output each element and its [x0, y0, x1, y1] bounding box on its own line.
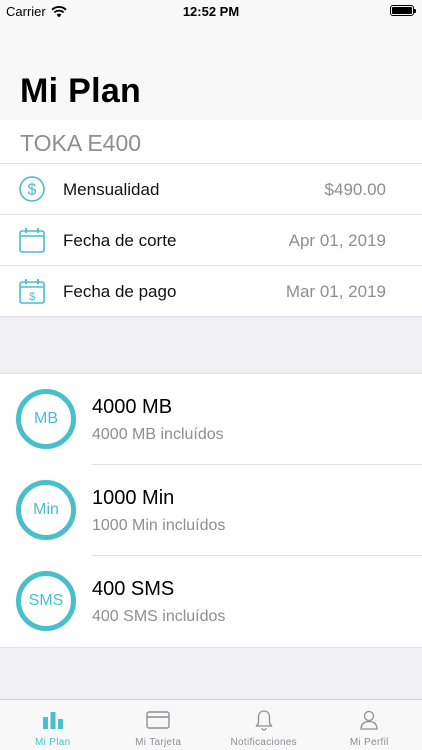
usage-title: 4000 MB	[92, 396, 173, 418]
nav-header: Mi Plan	[0, 22, 422, 120]
tab-notificaciones[interactable]: Notificaciones	[211, 700, 317, 750]
ring-label: Min	[33, 501, 59, 518]
info-label: Fecha de corte	[63, 231, 177, 250]
bell-icon	[255, 710, 273, 731]
credit-card-icon	[146, 711, 170, 729]
tab-mi-plan[interactable]: Mi Plan	[0, 700, 106, 750]
info-label: Mensualidad	[63, 180, 160, 199]
usage-ring: SMS	[16, 571, 76, 631]
tab-label: Mi Perfil	[349, 737, 389, 748]
status-time: 12:52 PM	[182, 4, 240, 19]
dollar-circle-icon: $	[19, 176, 45, 202]
svg-text:$: $	[29, 291, 35, 303]
tab-label: Mi Tarjeta	[135, 737, 182, 748]
plan-name: TOKA E400	[20, 130, 142, 156]
tab-mi-tarjeta[interactable]: Mi Tarjeta	[106, 700, 212, 750]
info-row-fecha-corte: Fecha de corte Apr 01, 2019	[0, 214, 422, 265]
usage-ring: Min	[16, 480, 76, 540]
status-bar: Carrier 12:52 PM	[0, 0, 422, 22]
svg-text:$: $	[28, 182, 37, 199]
bar-chart-icon	[42, 712, 63, 729]
usage-title: 1000 Min	[92, 487, 175, 509]
page-title: Mi Plan	[20, 72, 142, 110]
usage-ring: MB	[16, 389, 76, 449]
usage-subtitle: 1000 Min incluídos	[92, 517, 226, 534]
info-value: $490.00	[324, 180, 386, 199]
tab-bar: Mi Plan Mi Tarjeta Notificaciones Mi Per…	[0, 699, 422, 750]
info-label: Fecha de pago	[63, 282, 177, 301]
battery-icon	[390, 5, 416, 16]
info-row-mensualidad: $ Mensualidad $490.00	[0, 163, 422, 214]
tab-mi-perfil[interactable]: Mi Perfil	[317, 700, 422, 750]
calendar-dollar-icon: $	[19, 279, 45, 304]
usage-section: MB 4000 MB 4000 MB incluídos Min 1000 Mi…	[0, 373, 422, 648]
info-value: Mar 01, 2019	[285, 282, 386, 301]
divider	[0, 316, 422, 317]
ring-label: MB	[34, 410, 58, 427]
tab-label: Mi Plan	[35, 737, 71, 748]
person-icon	[360, 710, 378, 730]
calendar-icon	[19, 228, 45, 253]
info-value: Apr 01, 2019	[288, 231, 386, 250]
usage-subtitle: 400 SMS incluídos	[92, 608, 226, 625]
ring-label: SMS	[28, 592, 64, 609]
tab-label: Notificaciones	[230, 737, 297, 748]
usage-row-data: MB 4000 MB 4000 MB incluídos	[0, 374, 422, 465]
plan-info-section: TOKA E400 $ Mensualidad $490.00 Fecha de…	[0, 120, 422, 316]
usage-row-sms: SMS 400 SMS 400 SMS incluídos	[0, 556, 422, 647]
usage-title: 400 SMS	[92, 578, 175, 600]
usage-row-minutes: Min 1000 Min 1000 Min incluídos	[0, 465, 422, 556]
usage-subtitle: 4000 MB incluídos	[92, 426, 224, 443]
info-row-fecha-pago: $ Fecha de pago Mar 01, 2019	[0, 265, 422, 316]
